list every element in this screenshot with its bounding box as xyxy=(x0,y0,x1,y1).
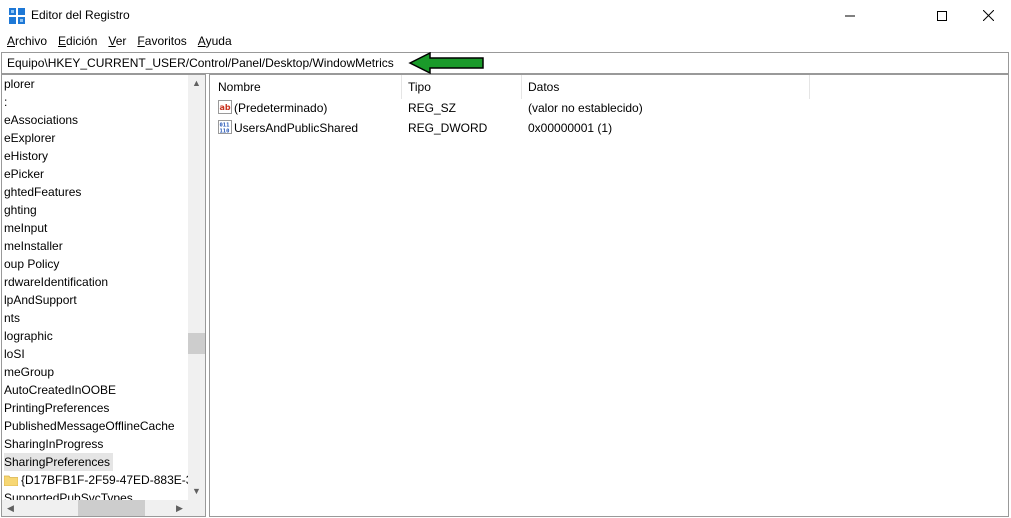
tree-item-label: nts xyxy=(4,311,21,325)
tree-item-label: rdwareIdentification xyxy=(4,275,109,289)
tree-item-label: {D17BFB1F-2F59-47ED-883E-368 xyxy=(21,473,206,487)
minimize-icon xyxy=(845,15,855,16)
tree-item-label: loSI xyxy=(4,347,25,361)
tree-item-label: meInput xyxy=(4,221,48,235)
tree-item-label: PrintingPreferences xyxy=(4,401,110,415)
tree-item-label: plorer xyxy=(4,77,35,91)
tree-item-label: eAssociations xyxy=(4,113,79,127)
menu-favoritos[interactable]: Favoritos xyxy=(133,34,190,48)
tree-item-label: SharingPreferences xyxy=(4,453,114,471)
menu-ver[interactable]: Ver xyxy=(104,34,130,48)
maximize-icon xyxy=(937,10,947,21)
close-icon xyxy=(982,10,994,21)
green-arrow-icon xyxy=(408,52,484,74)
binary-value-icon: 011 110 xyxy=(218,120,232,134)
tree-vertical-scrollbar[interactable]: ▲ ▼ xyxy=(188,75,205,500)
value-row[interactable]: 011 110 UsersAndPublicShared REG_DWORD 0… xyxy=(210,118,1008,138)
tree-horizontal-scrollbar[interactable]: ◀ ▶ xyxy=(2,500,188,516)
folder-icon xyxy=(4,475,18,486)
title-bar: Editor del Registro xyxy=(0,0,1011,31)
value-name: UsersAndPublicShared xyxy=(234,121,359,135)
menu-archivo[interactable]: Archivo xyxy=(3,34,51,48)
tree-item-label: ePicker xyxy=(4,167,45,181)
tree-item-label: meInstaller xyxy=(4,239,63,253)
scroll-left-icon[interactable]: ◀ xyxy=(2,500,19,516)
close-button[interactable] xyxy=(965,0,1011,31)
value-data: 0x00000001 (1) xyxy=(528,121,613,135)
string-value-icon: ab xyxy=(218,100,232,114)
value-data: (valor no establecido) xyxy=(528,101,643,115)
column-header-type[interactable]: Tipo xyxy=(400,75,520,99)
column-header-data[interactable]: Datos xyxy=(520,75,810,99)
tree-item-label: eExplorer xyxy=(4,131,56,145)
tree-vertical-thumb[interactable] xyxy=(188,333,205,354)
menu-bar: Archivo Edición Ver Favoritos Ayuda xyxy=(0,31,1011,51)
address-bar[interactable]: Equipo\HKEY_CURRENT_USER/Control/Panel/D… xyxy=(1,52,1009,74)
maximize-button[interactable] xyxy=(919,0,965,31)
tree-item-label: lpAndSupport xyxy=(4,293,77,307)
address-path: Equipo\HKEY_CURRENT_USER/Control/Panel/D… xyxy=(7,56,394,70)
tree-item-label: PublishedMessageOfflineCache xyxy=(4,419,175,433)
minimize-button[interactable] xyxy=(827,0,873,31)
tree-item-label: oup Policy xyxy=(4,257,60,271)
value-type: REG_DWORD xyxy=(408,121,488,135)
svg-text:110: 110 xyxy=(220,129,230,135)
scrollbar-corner xyxy=(188,500,205,516)
window-title: Editor del Registro xyxy=(31,8,130,22)
value-row[interactable]: ab (Predeterminado) REG_SZ (valor no est… xyxy=(210,98,1008,118)
tree-item-label: meGroup xyxy=(4,365,55,379)
tree-item-label: SharingInProgress xyxy=(4,437,104,451)
value-name: (Predeterminado) xyxy=(234,101,328,115)
tree-item-label: ghting xyxy=(4,203,37,217)
scroll-right-icon[interactable]: ▶ xyxy=(171,500,188,516)
svg-text:ab: ab xyxy=(220,103,231,112)
tree-item-label: : xyxy=(4,95,8,109)
value-type: REG_SZ xyxy=(408,101,457,115)
tree-horizontal-thumb[interactable] xyxy=(78,500,145,516)
scroll-up-icon[interactable]: ▲ xyxy=(188,75,205,92)
tree-item-label: AutoCreatedInOOBE xyxy=(4,383,117,397)
tree-item-label: lographic xyxy=(4,329,53,343)
column-header-name[interactable]: Nombre xyxy=(210,75,400,99)
registry-editor-icon xyxy=(9,8,25,24)
menu-edicion[interactable]: Edición xyxy=(54,34,101,48)
tree-item-label: ghtedFeatures xyxy=(4,185,82,199)
scroll-down-icon[interactable]: ▼ xyxy=(188,483,205,500)
column-divider[interactable] xyxy=(809,75,810,99)
values-list[interactable]: Nombre Tipo Datos ab (Predeterminado) RE… xyxy=(209,74,1009,517)
key-tree[interactable]: plorer: eAssociations eExplorer eHistory ePi… xyxy=(1,74,206,517)
menu-ayuda[interactable]: Ayuda xyxy=(194,34,236,48)
tree-item-label: eHistory xyxy=(4,149,49,163)
